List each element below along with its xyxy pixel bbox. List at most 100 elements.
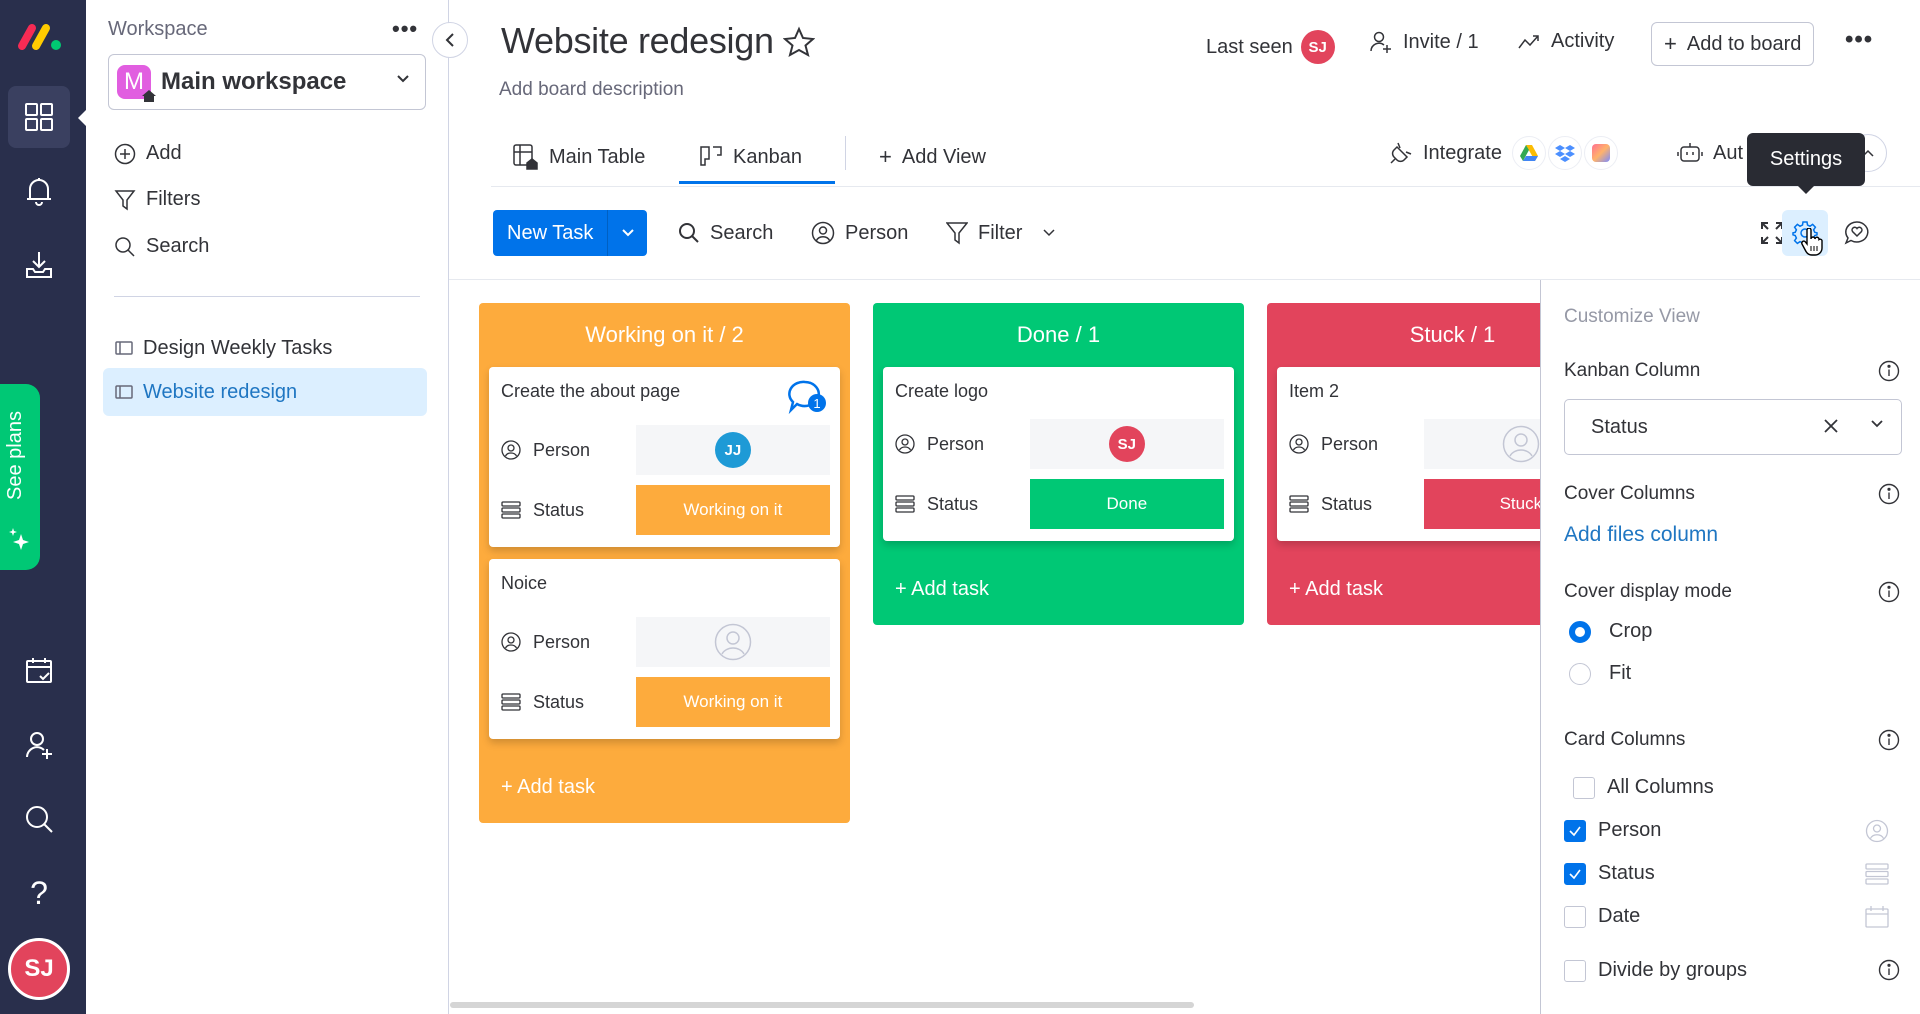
checkbox-divide-by-groups[interactable]: Divide by groups: [1564, 959, 1747, 982]
board-more-icon[interactable]: •••: [1845, 26, 1873, 54]
creative-cloud-icon: [1583, 136, 1618, 170]
sidebar-add-button[interactable]: Add: [112, 142, 182, 165]
filter-button[interactable]: Filter: [946, 210, 1056, 256]
rail-search-button[interactable]: [8, 788, 70, 850]
checkbox-status[interactable]: Status: [1564, 862, 1655, 885]
chevron-down-icon: [395, 73, 411, 85]
radio-button[interactable]: [1569, 620, 1591, 643]
person-cell[interactable]: SJ: [1029, 419, 1224, 469]
new-task-button[interactable]: New Task: [493, 210, 648, 256]
person-cell[interactable]: [1423, 419, 1540, 469]
last-seen-label: Last seen: [1206, 35, 1293, 58]
add-task-button[interactable]: + Add task: [479, 751, 850, 823]
checkbox-person[interactable]: Person: [1564, 819, 1661, 842]
checkbox-all-columns[interactable]: All Columns: [1573, 776, 1714, 799]
radio-crop[interactable]: Crop: [1569, 620, 1652, 643]
checkbox[interactable]: [1564, 905, 1586, 928]
board-title[interactable]: Website redesign: [501, 20, 774, 62]
rail-notifications-button[interactable]: [8, 160, 70, 222]
star-icon[interactable]: [783, 26, 815, 58]
empty-person-icon: [1502, 425, 1540, 463]
rail-inbox-button[interactable]: [8, 234, 70, 296]
rail-help-button[interactable]: ?: [8, 862, 70, 924]
info-icon[interactable]: [1878, 729, 1900, 751]
info-icon[interactable]: [1878, 959, 1900, 981]
sidebar-filters-button[interactable]: Filters: [112, 188, 200, 211]
add-task-button[interactable]: + Add task: [873, 553, 1244, 625]
rail-invite-button[interactable]: [8, 714, 70, 776]
field-label: Person: [533, 631, 591, 652]
column-title: Stuck / 1: [1409, 322, 1496, 347]
add-to-board-button[interactable]: + Add to board: [1651, 22, 1815, 66]
activity-button[interactable]: Activity: [1517, 30, 1614, 53]
person-filter-button[interactable]: Person: [811, 210, 908, 256]
home-icon: [141, 89, 157, 103]
cover-mode-label: Cover display mode: [1564, 581, 1732, 602]
add-task-button[interactable]: + Add task: [1267, 553, 1540, 625]
rail-workspaces-button[interactable]: [8, 86, 70, 148]
checkbox[interactable]: [1573, 776, 1595, 799]
kanban-column-select[interactable]: Status: [1564, 399, 1902, 455]
status-cell[interactable]: Stuck: [1423, 479, 1540, 529]
person-cell[interactable]: JJ: [635, 425, 830, 475]
horizontal-scrollbar[interactable]: [450, 1002, 1194, 1008]
user-avatar[interactable]: SJ: [8, 938, 70, 1000]
kanban-card[interactable]: Item 2 Person Status Stuck: [1277, 367, 1540, 541]
chevron-down-icon[interactable]: [1869, 418, 1885, 430]
invite-button[interactable]: Invite / 1: [1369, 30, 1479, 54]
search-button[interactable]: Search: [678, 210, 773, 256]
kanban-card[interactable]: Noice Person Status Working on it: [489, 559, 840, 739]
sidebar-board-website-redesign[interactable]: Website redesign: [103, 368, 427, 416]
feedback-button[interactable]: [1834, 210, 1880, 256]
board-label: Design Weekly Tasks: [143, 336, 333, 359]
panel-title: Customize View: [1564, 306, 1700, 327]
integrate-button[interactable]: Integrate: [1389, 130, 1618, 176]
status-cell[interactable]: Working on it: [635, 485, 830, 535]
left-rail: See plans ? SJ: [0, 0, 88, 1014]
calendar-check-icon: [24, 656, 54, 686]
workspace-sidebar: Workspace ••• M Main workspace Add Filte…: [86, 0, 448, 1014]
checkbox[interactable]: [1564, 862, 1586, 885]
chevron-down-icon[interactable]: [1042, 228, 1056, 238]
checkbox-label: Divide by groups: [1598, 959, 1747, 981]
board-description[interactable]: Add board description: [499, 79, 684, 101]
kanban-column-label: Kanban Column: [1564, 360, 1701, 381]
kanban-card[interactable]: Create the about page 1 Person JJ Status…: [489, 367, 840, 547]
info-icon[interactable]: [1878, 581, 1900, 603]
settings-tooltip: Settings: [1747, 133, 1865, 194]
new-task-dropdown[interactable]: [607, 210, 647, 256]
see-plans-button[interactable]: See plans: [0, 384, 40, 570]
rail-my-work-button[interactable]: [8, 640, 70, 702]
status-icon: [501, 692, 521, 712]
sidebar-search-button[interactable]: Search: [112, 235, 209, 258]
monday-logo-icon[interactable]: [16, 22, 66, 52]
workspace-more-icon[interactable]: •••: [392, 16, 418, 42]
automate-button[interactable]: Aut: [1677, 130, 1743, 176]
checkbox-date[interactable]: Date: [1564, 905, 1640, 928]
sidebar-board-design-weekly-tasks[interactable]: Design Weekly Tasks: [103, 324, 427, 372]
radio-button[interactable]: [1569, 662, 1591, 685]
info-icon[interactable]: [1878, 483, 1900, 505]
sparkle-icon: [8, 526, 30, 550]
active-tab-indicator: [679, 181, 835, 184]
comment-icon[interactable]: 1: [788, 379, 828, 415]
add-files-column-link[interactable]: Add files column: [1564, 523, 1718, 547]
tab-label: Kanban: [733, 145, 802, 168]
tab-kanban[interactable]: Kanban: [685, 130, 816, 184]
checkbox[interactable]: [1564, 819, 1586, 842]
workspace-selector[interactable]: M Main workspace: [108, 54, 426, 110]
tab-main-table[interactable]: Main Table: [499, 130, 659, 184]
cover-columns-label: Cover Columns: [1564, 483, 1695, 504]
board-icon: [115, 340, 133, 356]
info-icon[interactable]: [1878, 360, 1900, 382]
last-seen[interactable]: Last seen SJ: [1206, 30, 1335, 64]
status-cell[interactable]: Done: [1029, 479, 1224, 529]
person-cell[interactable]: [635, 617, 830, 667]
status-cell[interactable]: Working on it: [635, 677, 830, 727]
radio-fit[interactable]: Fit: [1569, 662, 1631, 685]
kanban-card[interactable]: Create logo Person SJ Status Done: [883, 367, 1234, 541]
add-view-button[interactable]: + Add View: [865, 130, 1000, 184]
checkbox[interactable]: [1564, 959, 1586, 982]
close-icon[interactable]: [1821, 416, 1841, 436]
collapse-sidebar-button[interactable]: [432, 22, 468, 58]
